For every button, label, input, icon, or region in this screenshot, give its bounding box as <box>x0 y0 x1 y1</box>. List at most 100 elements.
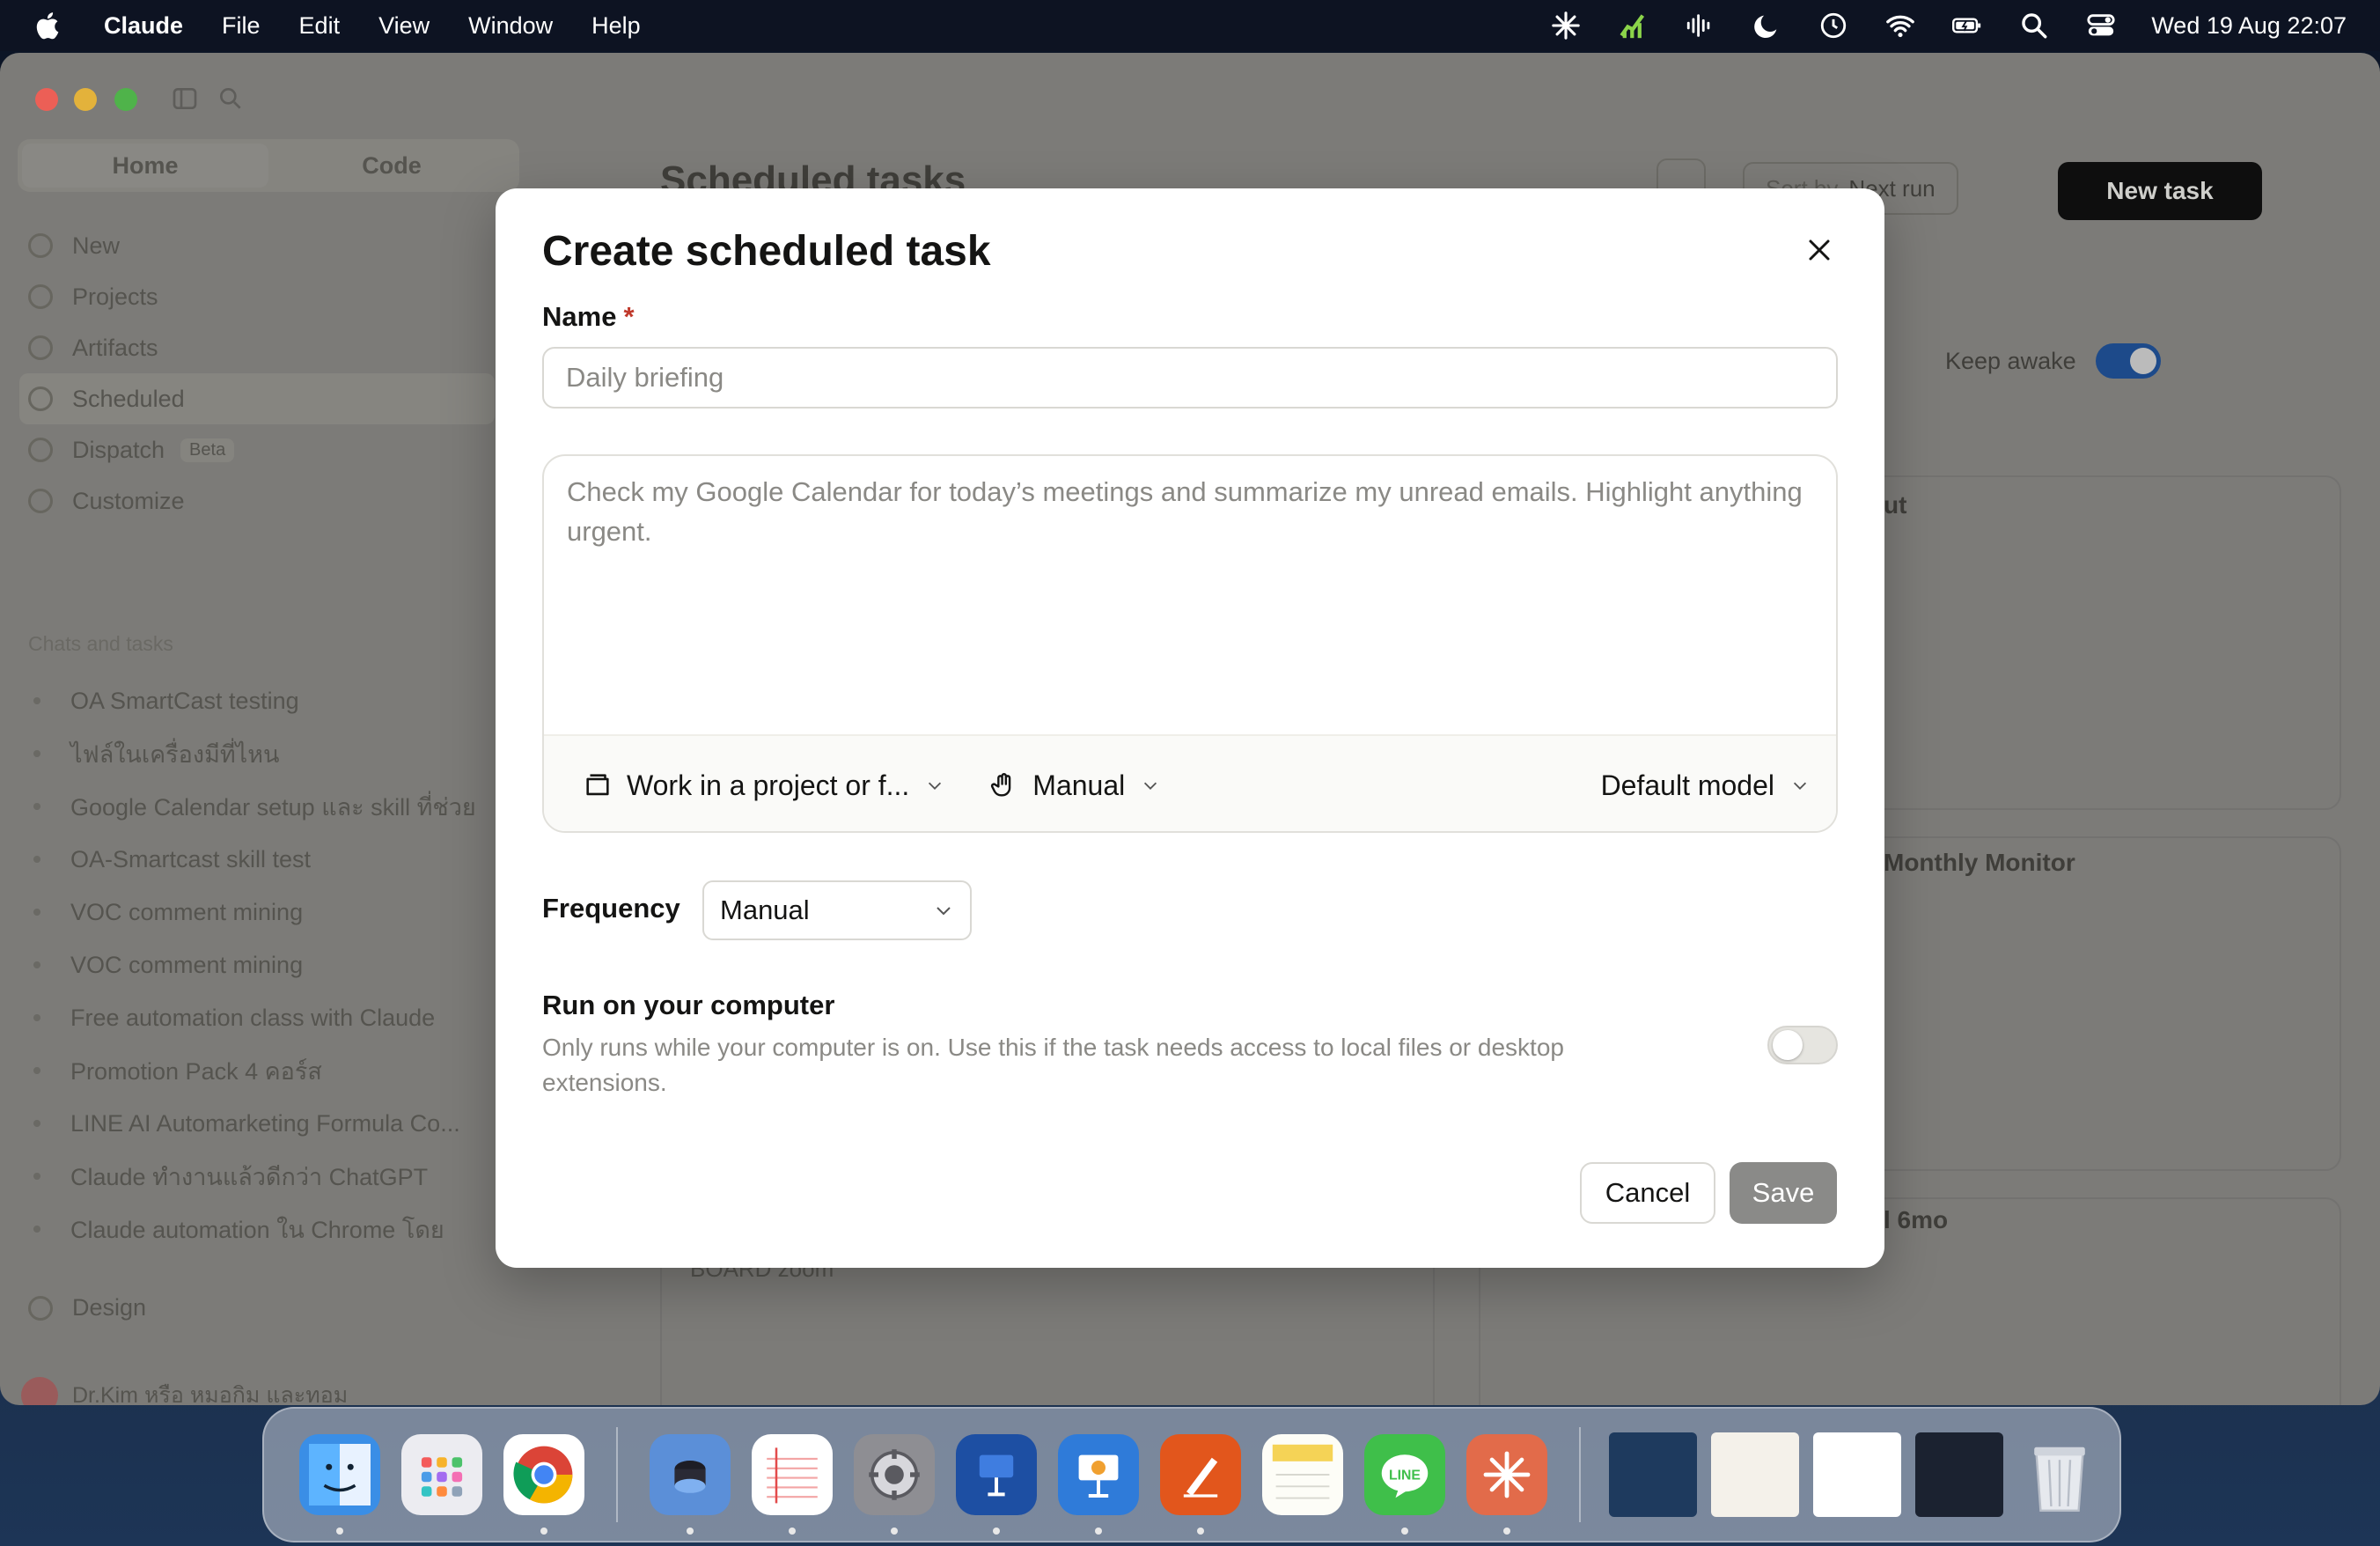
run-on-computer-toggle[interactable] <box>1767 1026 1838 1064</box>
running-indicator <box>789 1528 796 1535</box>
chat-list-item[interactable]: Promotion Pack 4 คอร์ส <box>33 1044 491 1097</box>
dispatch-icon <box>28 438 53 462</box>
sidebar-toggle-icon[interactable] <box>171 85 199 113</box>
audio-icon[interactable] <box>1683 11 1716 40</box>
svg-text:LINE: LINE <box>1389 1468 1421 1483</box>
pages-icon[interactable] <box>1160 1434 1241 1535</box>
close-button[interactable] <box>1800 231 1839 269</box>
control-center-icon[interactable] <box>2084 11 2118 40</box>
window-maximize-button[interactable] <box>114 88 137 111</box>
menu-view[interactable]: View <box>378 12 430 40</box>
sidebar-item-new[interactable]: New <box>28 220 486 271</box>
menu-clock[interactable]: Wed 19 Aug 22:07 <box>2151 12 2347 40</box>
minimized-document-thumbnail[interactable] <box>1711 1432 1799 1517</box>
chat-list-item[interactable]: Google Calendar setup และ skill ที่ช่วย <box>33 780 491 833</box>
system-settings-icon[interactable] <box>854 1434 935 1535</box>
sidebar-section-title: Chats and tasks <box>28 632 173 655</box>
project-selector-button[interactable]: Work in a project or f... <box>583 769 944 802</box>
keep-awake-control: Keep awake <box>1945 343 2161 379</box>
run-on-computer-title: Run on your computer <box>542 990 835 1020</box>
user-profile[interactable]: Dr.Kim หรือ หมอกิม และทอม <box>21 1377 348 1405</box>
chat-dot-icon <box>33 750 40 757</box>
user-name: Dr.Kim หรือ หมอกิม และทอม <box>72 1383 349 1405</box>
menu-bar: Claude File Edit View Window Help Wed 19… <box>0 0 2380 51</box>
sidebar-item-customize[interactable]: Customize <box>28 475 486 526</box>
name-input[interactable] <box>542 347 1838 409</box>
task-card-title: l 6mo <box>1884 1206 1949 1233</box>
frequency-value: Manual <box>720 894 810 925</box>
menu-window[interactable]: Window <box>468 12 553 40</box>
sidebar-item-label: Customize <box>72 487 185 514</box>
prompt-textarea[interactable] <box>544 456 1836 734</box>
name-label: Name * <box>542 301 635 333</box>
keynote-dark-icon[interactable] <box>956 1434 1037 1535</box>
sidebar-item-projects[interactable]: Projects <box>28 271 486 322</box>
model-selector-label: Default model <box>1600 769 1774 801</box>
chat-title: Promotion Pack 4 คอร์ส <box>70 1057 322 1085</box>
apple-menu-icon[interactable] <box>33 11 60 40</box>
keynote-icon[interactable] <box>1058 1434 1139 1535</box>
chat-dot-icon <box>33 856 40 863</box>
chat-list-item[interactable]: LINE AI Automarketing Formula Co... <box>33 1097 491 1150</box>
chat-list-item[interactable]: VOC comment mining <box>33 886 491 939</box>
mode-home-tab[interactable]: Home <box>22 144 268 188</box>
sidebar-item-artifacts[interactable]: Artifacts <box>28 322 486 373</box>
line-icon[interactable]: LINE <box>1364 1434 1445 1535</box>
window-minimize-button[interactable] <box>74 88 97 111</box>
chat-list-item[interactable]: ไฟล์ในเครื่องมีที่ไหน <box>33 727 491 780</box>
permission-mode-button[interactable]: Manual <box>988 769 1160 802</box>
save-button[interactable]: Save <box>1730 1162 1837 1224</box>
chat-dot-icon <box>33 1173 40 1180</box>
sidebar: Home Code New Projects Artifacts Schedul… <box>0 132 519 1405</box>
window-search-icon[interactable] <box>217 85 245 113</box>
chat-title: VOC comment mining <box>70 898 304 925</box>
frequency-select[interactable]: Manual <box>702 880 972 940</box>
chat-list-item[interactable]: VOC comment mining <box>33 939 491 991</box>
chat-list-item[interactable]: OA SmartCast testing <box>33 674 491 727</box>
chat-list-item[interactable]: Claude ทำงานแล้วดีกว่า ChatGPT <box>33 1150 491 1203</box>
wifi-icon[interactable] <box>1884 11 1917 40</box>
menu-help[interactable]: Help <box>591 12 641 40</box>
notes-icon[interactable] <box>1262 1434 1343 1515</box>
customize-icon <box>28 489 53 513</box>
dropzone-icon[interactable] <box>650 1434 731 1535</box>
beta-badge: Beta <box>180 438 235 462</box>
search-icon[interactable] <box>2017 11 2051 40</box>
avatar <box>21 1377 58 1405</box>
notebook-icon[interactable] <box>752 1434 833 1535</box>
window-close-button[interactable] <box>35 88 58 111</box>
sidebar-item-scheduled[interactable]: Scheduled <box>19 373 495 424</box>
chrome-icon[interactable] <box>503 1434 584 1535</box>
stocks-icon[interactable] <box>1616 11 1649 40</box>
timemachine-icon[interactable] <box>1817 11 1850 40</box>
chat-title: OA-Smartcast skill test <box>70 845 312 872</box>
chat-list-item[interactable]: OA-Smartcast skill test <box>33 833 491 886</box>
model-selector-button[interactable]: Default model <box>1601 769 1810 802</box>
trash-icon[interactable] <box>2017 1432 2105 1517</box>
menu-app-name[interactable]: Claude <box>104 12 183 40</box>
chat-title: Claude ทำงานแล้วดีกว่า ChatGPT <box>70 1163 429 1190</box>
mode-code-tab[interactable]: Code <box>268 144 515 188</box>
finder-icon[interactable] <box>299 1434 380 1535</box>
minimized-document-thumbnail[interactable] <box>1813 1432 1901 1517</box>
claude-status-icon[interactable] <box>1549 11 1583 40</box>
launchpad-icon[interactable] <box>401 1434 482 1515</box>
keep-awake-toggle[interactable] <box>2095 343 2161 379</box>
chat-list-item[interactable]: Free automation class with Claude <box>33 991 491 1044</box>
sidebar-item-design[interactable]: Design <box>28 1294 146 1321</box>
sidebar-item-dispatch[interactable]: Dispatch Beta <box>28 424 486 475</box>
menu-edit[interactable]: Edit <box>299 12 341 40</box>
sidebar-item-label: Design <box>72 1294 147 1321</box>
minimized-window-thumbnail[interactable] <box>1915 1432 2003 1517</box>
menu-file[interactable]: File <box>222 12 261 40</box>
cancel-button[interactable]: Cancel <box>1580 1162 1715 1224</box>
running-indicator <box>1197 1528 1204 1535</box>
folder-icon <box>28 284 53 309</box>
claude-icon[interactable] <box>1466 1434 1547 1535</box>
chevron-down-icon <box>1144 782 1157 790</box>
battery-icon[interactable] <box>1950 11 1984 40</box>
chat-list-item[interactable]: Claude automation ใน Chrome โดย <box>33 1203 491 1255</box>
new-task-button[interactable]: New task <box>2058 162 2262 220</box>
minimized-window-thumbnail[interactable] <box>1609 1432 1697 1517</box>
moon-icon[interactable] <box>1750 11 1783 40</box>
